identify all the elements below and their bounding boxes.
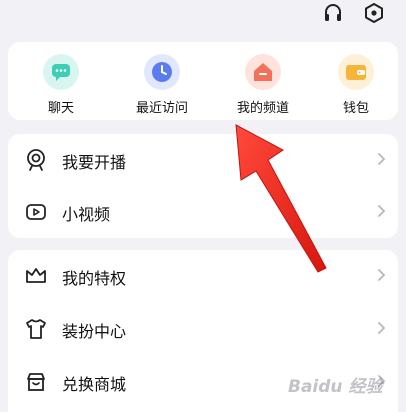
quick-action-label: 聊天 [47, 101, 74, 116]
channel-home-icon [245, 54, 281, 90]
chevron-right-icon [378, 205, 386, 217]
menu-item-label: 我的特权 [62, 269, 127, 288]
chevron-right-icon [378, 153, 386, 165]
crown-icon [26, 268, 46, 283]
menu-item-short-video[interactable]: 小视频 [8, 186, 398, 238]
chevron-right-icon [378, 269, 386, 281]
quick-action-label: 钱包 [342, 101, 369, 116]
menu-item-label: 我要开播 [62, 153, 127, 172]
menu-item-dress-up-center[interactable]: 装扮中心 [8, 303, 398, 355]
quick-action-my-channel[interactable]: 我的频道 [225, 54, 301, 116]
menu-item-go-live[interactable]: 我要开播 [8, 134, 398, 186]
headset-icon[interactable] [322, 2, 344, 24]
live-broadcast-icon [27, 149, 45, 171]
clock-icon [144, 54, 180, 90]
quick-action-label: 我的频道 [236, 101, 289, 116]
store-icon [27, 373, 45, 391]
chevron-right-icon [378, 322, 386, 334]
menu-group-broadcast: 我要开播 小视频 [8, 134, 398, 238]
shirt-icon [26, 319, 46, 339]
top-bar [0, 0, 406, 30]
menu-item-exchange-store[interactable]: 兑换商城 [8, 356, 398, 408]
video-icon [26, 204, 46, 220]
menu-item-label: 兑换商城 [62, 375, 127, 394]
wallet-icon [338, 54, 374, 90]
chevron-right-icon [378, 375, 386, 387]
quick-action-wallet[interactable]: 钱包 [318, 54, 394, 116]
menu-item-label: 装扮中心 [62, 322, 127, 341]
menu-item-label: 小视频 [62, 205, 111, 224]
menu-item-privileges[interactable]: 我的特权 [8, 250, 398, 302]
quick-action-label: 最近访问 [135, 101, 188, 116]
settings-hexagon-icon[interactable] [363, 2, 385, 24]
chat-icon [43, 54, 79, 90]
quick-action-recent[interactable]: 最近访问 [124, 54, 200, 116]
menu-group-account: 我的特权 装扮中心 兑换商城 [8, 250, 398, 412]
quick-actions-card: 聊天 最近访问 我的频道 钱包 [8, 42, 398, 120]
quick-action-chat[interactable]: 聊天 [23, 54, 99, 116]
